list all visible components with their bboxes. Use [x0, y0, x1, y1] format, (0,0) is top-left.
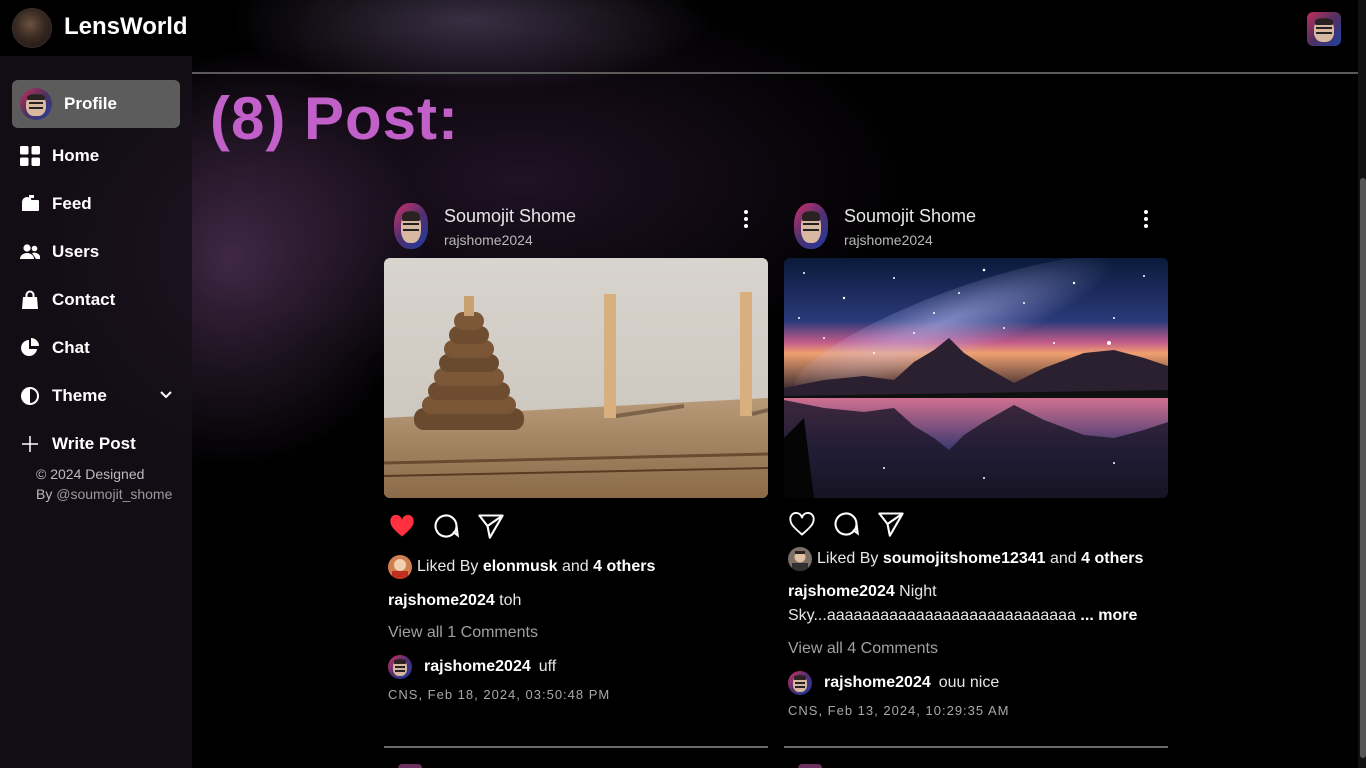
sidebar-item-label: Users: [52, 242, 100, 261]
sidebar: Profile Home Feed Users Contact Chat The…: [0, 56, 192, 768]
avatar[interactable]: [394, 203, 428, 249]
next-post-avatar: [398, 764, 422, 768]
comment-item: rajshome2024 uff: [388, 655, 556, 679]
sidebar-item-home[interactable]: Home: [12, 136, 180, 176]
avatar: [388, 655, 412, 679]
liked-by: Liked By elonmusk and 4 others: [388, 555, 655, 579]
footer-note: © 2024 Designed By @soumojit_shome: [36, 464, 172, 504]
chevron-down-icon[interactable]: [158, 386, 174, 407]
post-timestamp: CNS, Feb 13, 2024, 10:29:35 AM: [788, 703, 1010, 718]
avatar: [788, 547, 812, 571]
post-caption: rajshome2024 toh: [388, 589, 758, 613]
page-title: (8) Post:: [210, 85, 459, 152]
post-divider: [384, 746, 768, 748]
pie-chart-icon: [20, 338, 40, 358]
post-divider: [784, 746, 1168, 748]
post-actions: [388, 512, 588, 542]
post-author-handle[interactable]: rajshome2024: [844, 232, 933, 248]
header-divider: [192, 72, 1358, 74]
avatar: [388, 555, 412, 579]
post-author-name[interactable]: Soumojit Shome: [444, 206, 576, 227]
caption-user-link[interactable]: rajshome2024: [388, 592, 495, 609]
sidebar-item-label: Profile: [64, 94, 117, 113]
footer-by: By: [36, 486, 57, 502]
bag-icon: [20, 290, 40, 310]
post-author-handle[interactable]: rajshome2024: [444, 232, 533, 248]
view-comments-link[interactable]: View all 4 Comments: [788, 640, 938, 658]
liked-prefix: Liked By: [417, 558, 479, 575]
liked-by: Liked By soumojitshome12341 and 4 others: [788, 547, 1143, 571]
user-avatar[interactable]: [1307, 12, 1341, 46]
comment-icon[interactable]: [432, 512, 460, 540]
liked-others-link[interactable]: 4 others: [1081, 550, 1143, 568]
post-caption: rajshome2024 Night Sky...aaaaaaaaaaaaaaa…: [788, 580, 1158, 628]
comment-user-link[interactable]: rajshome2024: [424, 658, 531, 676]
sidebar-item-label: Contact: [52, 290, 116, 309]
brand-logo[interactable]: [12, 8, 52, 48]
more-options-icon[interactable]: [740, 208, 752, 232]
liked-prefix: Liked By: [817, 550, 879, 567]
sidebar-item-label: Feed: [52, 194, 92, 213]
view-comments-link[interactable]: View all 1 Comments: [388, 624, 538, 642]
avatar: [788, 671, 812, 695]
sidebar-item-write-post[interactable]: Write Post: [12, 424, 180, 464]
more-options-icon[interactable]: [1140, 208, 1152, 232]
comment-icon[interactable]: [832, 510, 860, 538]
liked-and: and: [557, 558, 594, 575]
sidebar-item-label: Write Post: [52, 434, 136, 453]
caption-more-link[interactable]: ... more: [1076, 607, 1137, 624]
comment-user-link[interactable]: rajshome2024: [824, 674, 931, 692]
comment-text: uff: [538, 658, 557, 675]
next-post-avatar: [798, 764, 822, 768]
post-image[interactable]: [384, 258, 768, 498]
brand-name[interactable]: LensWorld: [64, 13, 188, 41]
share-icon[interactable]: [477, 512, 505, 540]
plus-icon: [20, 434, 40, 454]
sidebar-item-label: Chat: [52, 338, 90, 357]
mailbox-icon: [20, 194, 40, 214]
sidebar-item-chat[interactable]: Chat: [12, 328, 180, 368]
post-actions: [788, 510, 988, 540]
caption-user-link[interactable]: rajshome2024: [788, 583, 895, 600]
liked-and: and: [1045, 550, 1082, 567]
sidebar-item-profile[interactable]: Profile: [12, 80, 180, 128]
comment-text: ouu nice: [938, 674, 1000, 691]
post-header: Soumojit Shome rajshome2024: [384, 200, 768, 252]
heart-icon[interactable]: [788, 510, 816, 538]
sidebar-item-theme[interactable]: Theme: [12, 376, 180, 416]
scrollbar-thumb[interactable]: [1360, 178, 1366, 758]
footer-handle-link[interactable]: @soumojit_shome: [56, 486, 172, 502]
grid-icon: [20, 146, 40, 166]
half-circle-icon: [20, 386, 40, 406]
post-header: Soumojit Shome rajshome2024: [784, 200, 1168, 252]
post-card: Soumojit Shome rajshome2024: [784, 200, 1168, 760]
comment-item: rajshome2024 ouu nice: [788, 671, 999, 695]
share-icon[interactable]: [877, 510, 905, 538]
sidebar-item-label: Home: [52, 146, 100, 165]
liked-others-link[interactable]: 4 others: [593, 558, 655, 576]
caption-text: toh: [494, 592, 522, 609]
heart-icon[interactable]: [388, 512, 416, 540]
post-author-name[interactable]: Soumojit Shome: [844, 206, 976, 227]
top-bar: LensWorld: [0, 0, 1366, 56]
footer-copyright: © 2024 Designed: [36, 466, 145, 482]
liked-user-link[interactable]: elonmusk: [483, 558, 558, 576]
avatar[interactable]: [794, 203, 828, 249]
post-card: Soumojit Shome rajshome2024: [384, 200, 768, 760]
post-image[interactable]: [784, 258, 1168, 498]
post-timestamp: CNS, Feb 18, 2024, 03:50:48 PM: [388, 687, 611, 702]
sidebar-item-users[interactable]: Users: [12, 232, 180, 272]
sidebar-item-feed[interactable]: Feed: [12, 184, 180, 224]
sidebar-item-contact[interactable]: Contact: [12, 280, 180, 320]
sidebar-item-label: Theme: [52, 386, 107, 405]
liked-user-link[interactable]: soumojitshome12341: [883, 550, 1046, 568]
users-icon: [20, 242, 40, 262]
avatar: [20, 88, 52, 120]
